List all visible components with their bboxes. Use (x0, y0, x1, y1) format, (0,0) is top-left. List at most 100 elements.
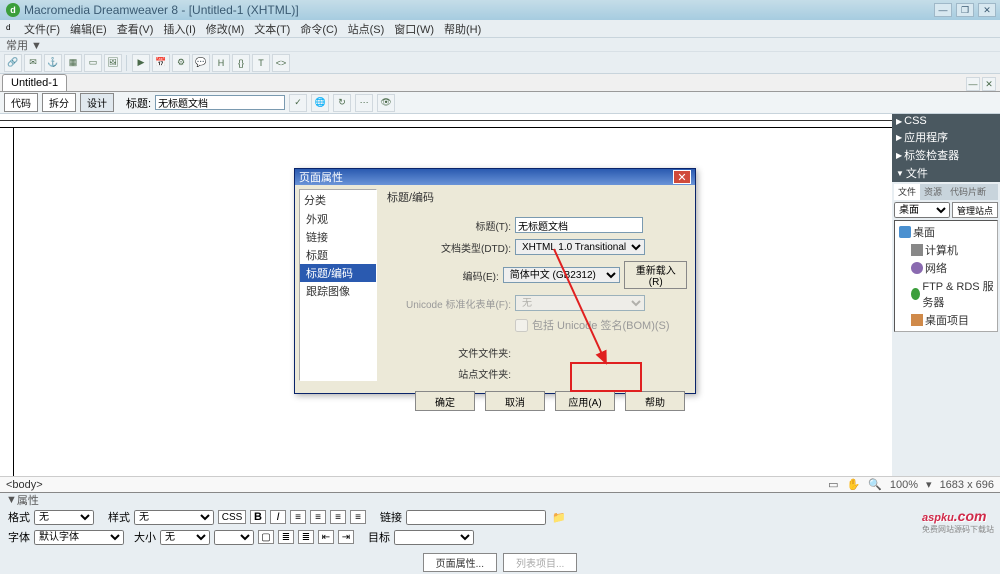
pointer-icon[interactable]: ▭ (828, 478, 838, 491)
cat-title-encoding[interactable]: 标题/编码 (300, 264, 376, 282)
zoom-value[interactable]: 100% (890, 479, 918, 491)
properties-head[interactable]: ▼ 属性 (0, 493, 1000, 507)
help-button[interactable]: 帮助 (625, 391, 685, 411)
tb-comment-icon[interactable]: 💬 (192, 54, 210, 72)
list-items-button[interactable]: 列表项目... (503, 553, 577, 572)
title-input[interactable] (155, 95, 285, 110)
files-tab-files[interactable]: 文件 (894, 184, 920, 200)
tb-date-icon[interactable]: 📅 (152, 54, 170, 72)
cancel-button[interactable]: 取消 (485, 391, 545, 411)
manage-sites-button[interactable]: 管理站点 (952, 202, 998, 218)
align-right-button[interactable]: ≡ (330, 510, 346, 524)
dialog-title-bar[interactable]: 页面属性 ✕ (295, 169, 695, 185)
insert-bar-label[interactable]: 常用 ▼ (0, 38, 1000, 52)
tb-tag-icon[interactable]: <> (272, 54, 290, 72)
target-select[interactable] (394, 530, 474, 545)
zoom-icon[interactable]: 🔍 (868, 478, 882, 491)
encoding-select[interactable]: 简体中文 (GB2312) (503, 267, 621, 283)
style-select[interactable]: 无 (134, 510, 214, 525)
view-design-button[interactable]: 设计 (80, 93, 114, 112)
tree-item-project[interactable]: 桌面项目 (897, 311, 995, 329)
outdent-button[interactable]: ⇤ (318, 530, 334, 544)
cat-tracing[interactable]: 跟踪图像 (300, 282, 376, 300)
page-properties-button[interactable]: 页面属性... (423, 553, 497, 572)
tb-hyperlink-icon[interactable]: 🔗 (4, 54, 22, 72)
maximize-button[interactable]: ❐ (956, 3, 974, 17)
menu-view[interactable]: 查看(V) (113, 20, 158, 38)
cat-links[interactable]: 链接 (300, 228, 376, 246)
close-button[interactable]: ✕ (978, 3, 996, 17)
indent-button[interactable]: ⇥ (338, 530, 354, 544)
reload-button[interactable]: 重新载入(R) (624, 261, 687, 289)
doctype-select[interactable]: XHTML 1.0 Transitional (515, 239, 645, 255)
ok-button[interactable]: 确定 (415, 391, 475, 411)
tb-layer-icon[interactable]: ▭ (84, 54, 102, 72)
minimize-button[interactable]: — (934, 3, 952, 17)
tb-table-icon[interactable]: ▦ (64, 54, 82, 72)
link-input[interactable] (406, 510, 546, 525)
view-code-button[interactable]: 代码 (4, 93, 38, 112)
list-ul-button[interactable]: ≣ (278, 530, 294, 544)
align-justify-button[interactable]: ≡ (350, 510, 366, 524)
tree-item-ftp[interactable]: FTP & RDS 服务器 (897, 277, 995, 311)
tb-script-icon[interactable]: {} (232, 54, 250, 72)
format-select[interactable]: 无 (34, 510, 94, 525)
link-folder-icon[interactable]: 📁 (552, 511, 566, 524)
menu-window[interactable]: 窗口(W) (390, 20, 438, 38)
tb-head-icon[interactable]: H (212, 54, 230, 72)
encoding-row-label: 编码(E): (387, 268, 499, 283)
tree-item-desktop[interactable]: 桌面 (897, 223, 995, 241)
hand-icon[interactable]: ✋ (846, 478, 860, 491)
align-left-button[interactable]: ≡ (290, 510, 306, 524)
tb-template-icon[interactable]: T (252, 54, 270, 72)
tb-server-icon[interactable]: ⚙ (172, 54, 190, 72)
panel-app[interactable]: ▶应用程序 (892, 128, 1000, 146)
list-ol-button[interactable]: ≣ (298, 530, 314, 544)
cat-appearance[interactable]: 外观 (300, 210, 376, 228)
text-color-button[interactable]: ▢ (258, 530, 274, 544)
site-select[interactable]: 桌面 (894, 202, 950, 218)
doc-tab-label: Untitled-1 (11, 77, 58, 89)
doc-tb-refresh-icon[interactable]: ↻ (333, 94, 351, 112)
italic-button[interactable]: I (270, 510, 286, 524)
tb-anchor-icon[interactable]: ⚓ (44, 54, 62, 72)
bold-button[interactable]: B (250, 510, 266, 524)
menu-edit[interactable]: 编辑(E) (66, 20, 111, 38)
panel-css[interactable]: ▶CSS (892, 114, 1000, 128)
tree-item-network[interactable]: 网络 (897, 259, 995, 277)
doc-tb-validate-icon[interactable]: ✓ (289, 94, 307, 112)
title-row-input[interactable] (515, 217, 643, 233)
size-select[interactable]: 无 (160, 530, 210, 545)
apply-button[interactable]: 应用(A) (555, 391, 615, 411)
size-unit-select[interactable] (214, 530, 254, 545)
doc-tb-view-icon[interactable]: 👁 (377, 94, 395, 112)
files-tab-assets[interactable]: 资源 (920, 184, 946, 200)
doc-tb-browser-icon[interactable]: 🌐 (311, 94, 329, 112)
files-tree[interactable]: 桌面 计算机 网络 FTP & RDS 服务器 桌面项目 (894, 220, 998, 332)
tag-path[interactable]: <body> (6, 479, 43, 491)
css-button[interactable]: CSS (218, 510, 246, 524)
tree-item-computer[interactable]: 计算机 (897, 241, 995, 259)
tb-media-icon[interactable]: ▶ (132, 54, 150, 72)
doc-tb-options-icon[interactable]: ⋯ (355, 94, 373, 112)
menu-insert[interactable]: 插入(I) (159, 20, 199, 38)
doc-close-icon[interactable]: ✕ (982, 77, 996, 91)
doc-min-icon[interactable]: — (966, 77, 980, 91)
panel-tag[interactable]: ▶标签检查器 (892, 146, 1000, 164)
files-tab-snippets[interactable]: 代码片断 (946, 184, 990, 200)
dialog-close-button[interactable]: ✕ (673, 170, 691, 184)
doc-tab[interactable]: Untitled-1 (2, 74, 67, 91)
menu-site[interactable]: 站点(S) (344, 20, 389, 38)
cat-headings[interactable]: 标题 (300, 246, 376, 264)
menu-text[interactable]: 文本(T) (250, 20, 294, 38)
tb-email-icon[interactable]: ✉ (24, 54, 42, 72)
font-select[interactable]: 默认字体 (34, 530, 124, 545)
view-split-button[interactable]: 拆分 (42, 93, 76, 112)
panel-files[interactable]: ▼文件 (892, 164, 1000, 182)
menu-command[interactable]: 命令(C) (296, 20, 341, 38)
tb-image-icon[interactable]: 🖼 (104, 54, 122, 72)
align-center-button[interactable]: ≡ (310, 510, 326, 524)
menu-help[interactable]: 帮助(H) (440, 20, 485, 38)
menu-file[interactable]: 文件(F) (20, 20, 64, 38)
menu-modify[interactable]: 修改(M) (202, 20, 249, 38)
